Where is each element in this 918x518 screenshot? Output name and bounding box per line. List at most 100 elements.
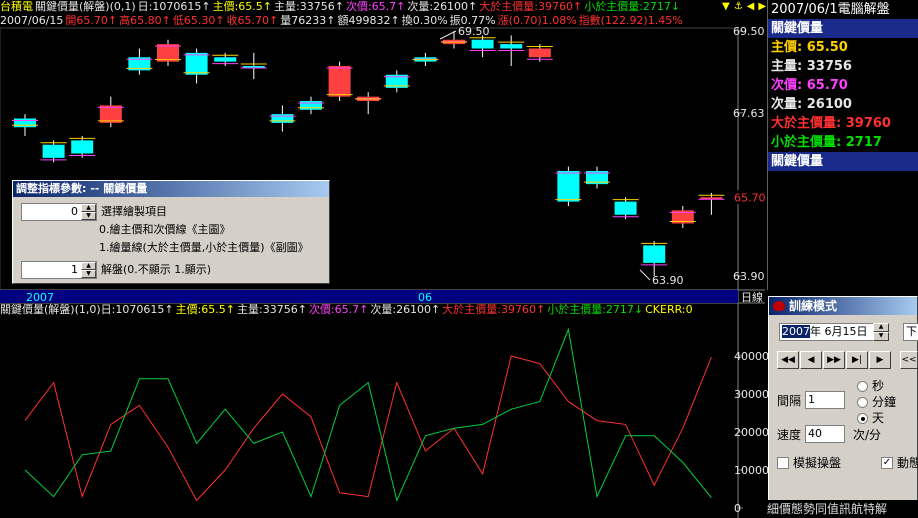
training-mode-title[interactable]: 訓練模式 xyxy=(769,297,917,315)
speed-label: 速度 xyxy=(777,428,802,442)
back-double-button[interactable]: << xyxy=(900,351,918,369)
candle-body xyxy=(500,44,523,49)
indicator-header-item: 主量:33756↑ xyxy=(274,0,344,13)
info-row[interactable]: 關鍵價量 xyxy=(768,152,918,171)
indicator-chart xyxy=(24,327,712,502)
info-row[interactable]: 關鍵價量 xyxy=(768,19,918,38)
draw-item-stepper[interactable]: 0 ▲ ▼ xyxy=(21,203,97,221)
interval-input[interactable]: 1 xyxy=(805,391,845,409)
indicator-value: 日:1070615↑ xyxy=(100,303,174,316)
indicator-title: 關鍵價量(解盤)(1,0) xyxy=(0,303,101,316)
indicator-label: 10000 xyxy=(734,464,769,477)
indicator-label: 20000 xyxy=(734,426,769,439)
show-analysis-value: 1 xyxy=(71,263,78,276)
price-label: 67.63 xyxy=(733,107,765,120)
candle-body xyxy=(328,66,351,97)
param-dialog: 調整指標參數: -- 關鍵價量 0 ▲ ▼ 選擇繪製項目 0.繪主價和次價線《主… xyxy=(12,180,330,284)
unit-minute-label: 分鐘 xyxy=(872,395,897,409)
rewind-button[interactable]: ◀◀ xyxy=(777,351,799,369)
show-analysis-label: 解盤(0.不顯示 1.顯示) xyxy=(101,263,212,276)
show-analysis-stepper[interactable]: 1 ▲ ▼ xyxy=(21,261,97,279)
candle-body xyxy=(643,245,666,263)
info-row[interactable]: 主量: 33756 xyxy=(768,57,918,76)
stepper-down-button[interactable]: ▼ xyxy=(81,270,96,278)
right-arrow-icon[interactable]: ▶ xyxy=(758,0,766,13)
date-down-button[interactable]: ▼ xyxy=(873,332,889,341)
anchor-icon[interactable]: ⚓ xyxy=(734,0,743,13)
indicator-value: 次量:26100↑ xyxy=(370,303,441,316)
candle-body xyxy=(71,140,94,154)
date-axis-bar xyxy=(0,290,738,303)
indicator-value: CKERR:0 xyxy=(645,303,693,316)
training-title-text: 訓練模式 xyxy=(789,299,838,313)
indicator-value: 次價:65.7↑ xyxy=(308,303,369,316)
speed-input[interactable]: 40 xyxy=(805,425,845,443)
info-title: 電腦解盤 xyxy=(837,2,890,17)
quote-header-item: 開65.70↑ xyxy=(65,14,118,27)
candle-body xyxy=(185,52,208,75)
candle-body xyxy=(557,171,580,202)
option-0-text: 0.繪主價和次價線《主圖》 xyxy=(99,223,231,236)
mode-dropdown[interactable]: 下 xyxy=(903,323,918,341)
candle-body xyxy=(271,114,294,123)
stepper-down-button[interactable]: ▼ xyxy=(81,212,96,220)
indicator-value: 主價:65.5↑ xyxy=(175,303,236,316)
candle-body xyxy=(14,118,36,128)
speed-unit-label: 次/分 xyxy=(853,428,882,442)
stepper-up-button[interactable]: ▲ xyxy=(81,204,96,212)
indicator-label: 30000 xyxy=(734,388,769,401)
step-back-button[interactable]: ◀ xyxy=(800,351,822,369)
indicator-header-item: 日:1070615↑ xyxy=(137,0,211,13)
down-arrow-icon[interactable]: ▼ xyxy=(722,0,730,13)
fast-forward-button[interactable]: ▶▶ xyxy=(823,351,845,369)
quote-header-item: 收65.70↑ xyxy=(226,14,279,27)
indicator-header-item: 次量:26100↑ xyxy=(407,0,478,13)
play-button[interactable]: ▶ xyxy=(869,351,891,369)
candle-body xyxy=(614,201,637,215)
step-end-button[interactable]: ▶| xyxy=(846,351,868,369)
indicator-subheader: 關鍵價量(解盤)(1,0)日:1070615↑ 主價:65.5↑ 主量:33756↑… xyxy=(0,303,760,317)
simulate-label: 模擬操盤 xyxy=(793,456,842,470)
info-row[interactable]: 次量: 26100 xyxy=(768,95,918,114)
quote-header-item: 額499832↑ xyxy=(337,14,400,27)
date-up-button[interactable]: ▲ xyxy=(873,323,889,332)
quote-header-item: 量76233↑ xyxy=(280,14,336,27)
param-dialog-title[interactable]: 調整指標參數: -- 關鍵價量 xyxy=(13,181,329,197)
left-arrow-icon[interactable]: ◀ xyxy=(747,0,755,13)
indicator-value: 主量:33756↑ xyxy=(237,303,307,316)
info-row[interactable]: 大於主價量: 39760 xyxy=(768,114,918,133)
date-year: 2007 xyxy=(782,325,810,338)
date-axis-unit: 日線 xyxy=(741,290,763,304)
quote-header-item: 2007/06/15 xyxy=(0,14,64,27)
low-note: 63.90 xyxy=(652,274,684,287)
unit-minute-radio[interactable] xyxy=(857,397,868,408)
indicator-header-item: 大於主價量:39760↑ xyxy=(479,0,583,13)
indicator-header-item: 關鍵價量(解盤)(0,1) xyxy=(35,0,136,13)
info-row[interactable]: 小於主價量: 2717 xyxy=(768,133,918,152)
candle-body xyxy=(42,144,65,158)
candle-body xyxy=(99,105,122,123)
unit-second-radio[interactable] xyxy=(857,381,868,392)
indicator-value: 小於主價量:2717↓ xyxy=(547,303,644,316)
unit-day-radio[interactable] xyxy=(857,413,868,424)
auto-checkbox[interactable]: ✓ xyxy=(881,457,893,469)
draw-item-value: 0 xyxy=(71,205,78,218)
quote-header-item: 振0.77% xyxy=(449,14,496,27)
candle-body xyxy=(157,44,179,62)
app-logo-icon xyxy=(773,301,785,311)
low-note-line xyxy=(639,269,651,281)
unit-day-label: 天 xyxy=(872,411,885,425)
indicator-header-item: 小於主價量:2717↓ xyxy=(584,0,681,13)
interval-label: 間隔 xyxy=(777,394,802,408)
simulate-checkbox[interactable] xyxy=(777,457,789,469)
below-main-volume-line xyxy=(24,327,712,502)
info-row[interactable]: 次價: 65.70 xyxy=(768,76,918,95)
info-panel-title: 2007/06/1電腦解盤 xyxy=(768,0,918,19)
indicator-header: 台積電 關鍵價量(解盤)(0,1) 日:1070615↑ 主價:65.5↑ 主量:337… xyxy=(0,0,738,14)
stepper-up-button[interactable]: ▲ xyxy=(81,262,96,270)
indicator-header-item: 台積電 xyxy=(0,0,33,13)
info-row[interactable]: 主價: 65.50 xyxy=(768,38,918,57)
indicator-axis: 40000 30000 20000 10000 0 xyxy=(734,350,769,515)
candle-body xyxy=(528,48,551,58)
indicator-label: 40000 xyxy=(734,350,769,363)
